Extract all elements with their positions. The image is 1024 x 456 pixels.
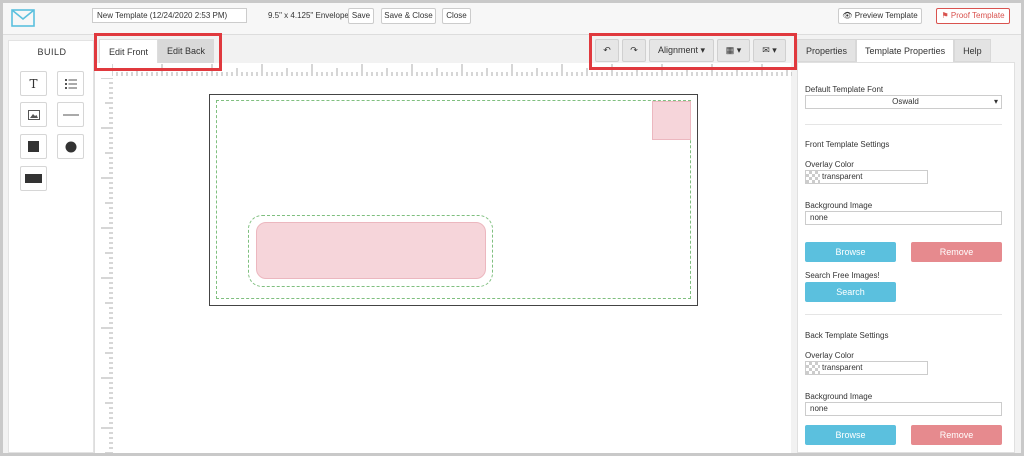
image-icon [27, 109, 40, 120]
square-tool-button[interactable] [20, 134, 47, 159]
front-overlay-color-value: transparent [822, 172, 863, 181]
search-images-button[interactable]: Search [805, 282, 896, 302]
text-icon: T [29, 76, 38, 91]
back-browse-button[interactable]: Browse [805, 425, 896, 445]
save-button[interactable]: Save [348, 8, 374, 24]
list-tool-button[interactable] [57, 71, 84, 96]
search-free-images-label: Search Free Images! [805, 271, 880, 280]
proof-template-button[interactable]: ⚑ Proof Template [936, 8, 1010, 24]
back-settings-title: Back Template Settings [805, 331, 889, 340]
vertical-ruler [101, 78, 113, 453]
back-overlay-color-input[interactable]: transparent [805, 361, 928, 375]
highlight-edit-tabs [94, 33, 222, 71]
highlight-toolbar [589, 33, 797, 70]
default-font-select[interactable]: Oswald ▾ [805, 95, 1002, 109]
envelope-size-label: 9.5" x 4.125" Envelope [268, 11, 349, 20]
front-overlay-color-label: Overlay Color [805, 160, 854, 169]
preview-template-label: Preview Template [854, 11, 918, 20]
back-background-image-input[interactable]: none [805, 402, 1002, 416]
address-block-placeholder[interactable] [256, 222, 486, 279]
save-close-button[interactable]: Save & Close [381, 8, 436, 24]
circle-icon [65, 141, 76, 152]
divider [805, 314, 1002, 315]
divider [805, 124, 1002, 125]
transparent-swatch-icon [806, 362, 820, 374]
image-tool-button[interactable] [20, 102, 47, 127]
build-title: BUILD [37, 47, 67, 57]
back-remove-button[interactable]: Remove [911, 425, 1002, 445]
default-font-value: Oswald [892, 97, 919, 106]
text-tool-button[interactable]: T [20, 71, 47, 96]
tab-template-properties[interactable]: Template Properties [856, 39, 955, 62]
tab-help[interactable]: Help [954, 39, 991, 62]
line-tool-button[interactable] [57, 102, 84, 127]
close-button[interactable]: Close [442, 8, 471, 24]
preview-template-button[interactable]: 👁 Preview Template [838, 8, 922, 24]
front-settings-title: Front Template Settings [805, 140, 890, 149]
chevron-down-icon: ▾ [993, 97, 998, 106]
properties-tabs: Properties Template Properties Help [797, 39, 991, 62]
transparent-swatch-icon [806, 171, 820, 183]
back-overlay-color-label: Overlay Color [805, 351, 854, 360]
rectangle-icon [25, 174, 42, 183]
default-font-label: Default Template Font [805, 85, 884, 94]
square-icon [28, 141, 39, 152]
circle-tool-button[interactable] [57, 134, 84, 159]
tab-properties[interactable]: Properties [797, 39, 857, 62]
proof-template-label: Proof Template [950, 11, 1005, 20]
stamp-placeholder[interactable] [652, 101, 691, 140]
line-icon [62, 114, 79, 115]
back-overlay-color-value: transparent [822, 363, 863, 372]
front-background-image-label: Background Image [805, 201, 873, 210]
list-icon [64, 78, 77, 89]
front-browse-button[interactable]: Browse [805, 242, 896, 262]
front-background-image-input[interactable]: none [805, 211, 1002, 225]
flag-icon: ⚑ [941, 11, 949, 20]
rectangle-tool-button[interactable] [20, 166, 47, 191]
front-overlay-color-input[interactable]: transparent [805, 170, 928, 184]
template-name-input[interactable]: New Template (12/24/2020 2:53 PM) [92, 8, 247, 23]
eye-icon: 👁 [842, 11, 853, 20]
back-background-image-label: Background Image [805, 392, 873, 401]
front-remove-button[interactable]: Remove [911, 242, 1002, 262]
envelope-logo-icon [11, 9, 35, 27]
